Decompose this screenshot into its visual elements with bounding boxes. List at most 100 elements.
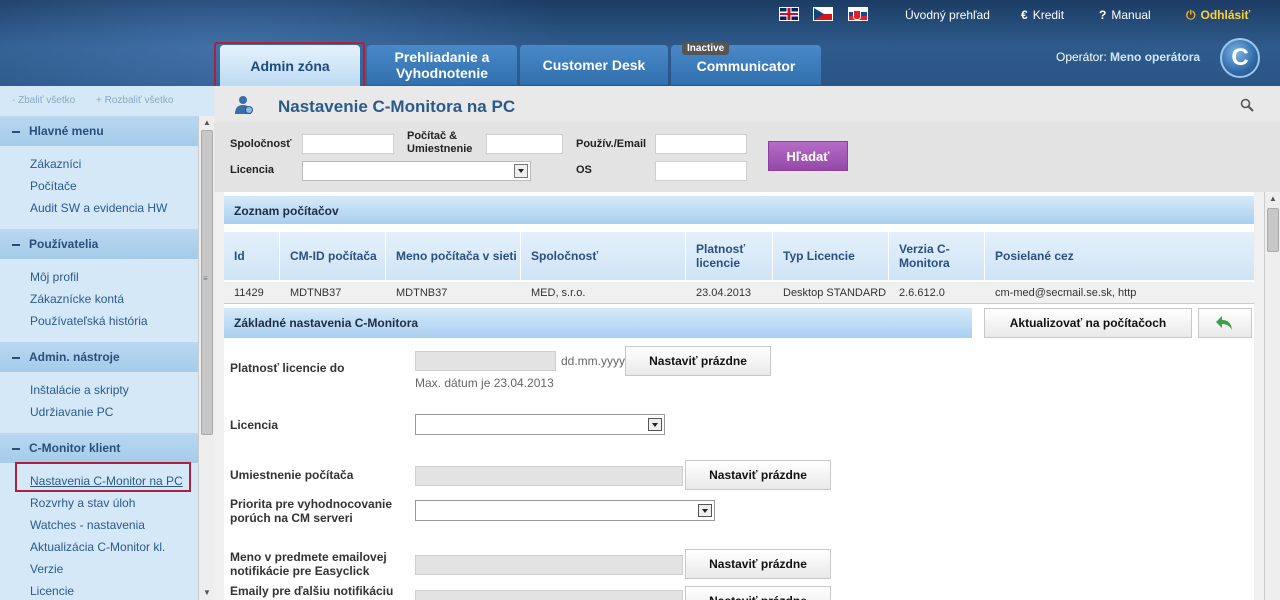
sidebar-item-history[interactable]: Používateľská história <box>30 314 148 328</box>
computer-input[interactable] <box>486 134 563 154</box>
grip-icon: ≡ <box>203 274 208 283</box>
emails-input[interactable] <box>415 590 683 600</box>
sidebar: - Zbaliť všetko + Rozbaliť všetko Hlavné… <box>0 86 214 600</box>
logout-link[interactable]: ⏻ Odhlásiť <box>1186 8 1250 23</box>
scroll-up-icon[interactable]: ▲ <box>203 118 211 127</box>
column-header[interactable]: Spoločnosť <box>521 232 686 280</box>
table-cell: MDTNB37 <box>396 287 448 299</box>
scroll-up-icon[interactable]: ▲ <box>1269 194 1277 203</box>
sidebar-item-versions[interactable]: Verzie <box>30 562 63 576</box>
filter-computer-label: Počítač & Umiestnenie <box>407 130 473 155</box>
search-button[interactable]: Hľadať <box>768 141 848 171</box>
sidebar-item-maintenance[interactable]: Udržiavanie PC <box>30 405 113 419</box>
sidebar-group-main[interactable]: Hlavné menu <box>0 116 198 146</box>
operator-name[interactable]: Meno operátora <box>1110 50 1200 64</box>
sidebar-scrollbar[interactable]: ▲ ≡ ▼ <box>198 116 214 600</box>
active-tab-highlight <box>214 42 365 90</box>
sidebar-group-users[interactable]: Používatelia <box>0 229 198 259</box>
content-scroll-thumb[interactable] <box>1267 208 1279 252</box>
overview-link[interactable]: Úvodný prehľad <box>905 8 990 22</box>
filter-license-label: Licencia <box>230 164 275 176</box>
os-input[interactable] <box>655 161 747 181</box>
max-date-hint: Max. dátum je 23.04.2013 <box>415 376 554 390</box>
user-email-input[interactable] <box>655 134 747 154</box>
license-label: Licencia <box>230 418 279 432</box>
license-dropdown[interactable] <box>415 414 665 435</box>
subject-set-empty-button[interactable]: Nastaviť prázdne <box>685 549 831 579</box>
sidebar-item-audit[interactable]: Audit SW a evidencia HW <box>30 201 167 215</box>
column-header[interactable]: Meno počítača v sieti <box>386 232 521 280</box>
tab-customer-desk[interactable]: Customer Desk <box>520 45 668 85</box>
active-item-highlight <box>15 462 191 492</box>
sidebar-item-watches[interactable]: Watches - nastavenia <box>30 518 145 532</box>
emails-set-empty-button[interactable]: Nastaviť prázdne <box>685 586 831 600</box>
credit-link[interactable]: € Kredit <box>1021 8 1064 22</box>
sidebar-item-schedules[interactable]: Rozvrhy a stav úloh <box>30 496 135 510</box>
validity-date-input[interactable] <box>415 351 556 371</box>
update-computers-button[interactable]: Aktualizovať na počítačoch <box>984 308 1192 338</box>
manual-link[interactable]: ? Manual <box>1099 8 1151 22</box>
credit-label: Kredit <box>1032 8 1065 22</box>
table-cell: Desktop STANDARD <box>783 287 887 299</box>
subject-input[interactable] <box>415 555 683 575</box>
column-header[interactable]: CM-ID počítača <box>280 232 386 280</box>
column-header[interactable]: Verzia C-Monitora <box>889 232 985 280</box>
minus-icon <box>12 243 20 246</box>
table-cell: cm-med@secmail.se.sk, http <box>995 287 1137 299</box>
table-cell: MDTNB37 <box>290 287 342 299</box>
top-bar: Úvodný prehľad € Kredit ? Manual ⏻ Odhlásiť <box>0 0 1280 30</box>
sidebar-group-title: Hlavné menu <box>29 124 104 138</box>
scroll-down-icon[interactable]: ▼ <box>203 588 211 597</box>
undo-arrow-icon <box>1216 316 1232 330</box>
column-header[interactable]: Id <box>224 232 280 280</box>
expand-all-link[interactable]: + Rozbaliť všetko <box>96 95 173 106</box>
column-header[interactable]: Typ Licencie <box>773 232 889 280</box>
sidebar-group-title: C-Monitor klient <box>29 441 121 455</box>
users-settings-icon <box>235 96 253 114</box>
table-row[interactable]: 11429 MDTNB37 MDTNB37 MED, s.r.o. 23.04.… <box>224 282 1254 304</box>
sidebar-group-cmonitor[interactable]: C-Monitor klient <box>0 433 198 463</box>
czech-flag-icon[interactable] <box>813 7 833 21</box>
slovak-flag-icon[interactable] <box>848 7 868 21</box>
app-header: Úvodný prehľad € Kredit ? Manual ⏻ Odhlásiť… <box>0 0 1280 86</box>
table-cell: MED, s.r.o. <box>531 287 586 299</box>
content-area: Zoznam počítačov Id CM-ID počítača Meno … <box>214 192 1264 600</box>
c-logo-icon[interactable]: C <box>1220 38 1260 78</box>
sidebar-group-title: Používatelia <box>29 237 99 251</box>
operator-label: Operátor: <box>1056 50 1107 64</box>
validity-set-empty-button[interactable]: Nastaviť prázdne <box>625 346 771 376</box>
english-flag-icon[interactable] <box>779 7 799 21</box>
location-label: Umiestnenie počítača <box>230 468 354 482</box>
back-button[interactable] <box>1198 308 1252 338</box>
operator-info: Operátor: Meno operátora <box>1056 50 1200 64</box>
euro-icon: € <box>1021 8 1028 22</box>
sidebar-item-customers[interactable]: Zákazníci <box>30 157 81 171</box>
license-select[interactable] <box>302 161 531 181</box>
sidebar-item-licenses[interactable]: Licencie <box>30 584 74 598</box>
sidebar-item-installations[interactable]: Inštalácie a skripty <box>30 383 129 397</box>
question-icon: ? <box>1099 8 1107 22</box>
sidebar-item-computers[interactable]: Počítače <box>30 179 77 193</box>
chevron-down-icon <box>514 164 528 178</box>
collapse-all-link[interactable]: - Zbaliť všetko <box>12 95 75 106</box>
location-set-empty-button[interactable]: Nastaviť prázdne <box>685 460 831 490</box>
sidebar-item-update[interactable]: Aktualizácia C-Monitor kl. <box>30 540 165 554</box>
table-cell: 23.04.2013 <box>696 287 752 299</box>
column-header[interactable]: Platnosť licencie <box>686 232 773 280</box>
chevron-down-icon <box>698 504 712 517</box>
sidebar-group-admin-tools[interactable]: Admin. nástroje <box>0 342 198 372</box>
validity-label: Platnosť licencie do <box>230 361 345 375</box>
location-input[interactable] <box>415 466 683 486</box>
inactive-badge: Inactive <box>682 42 730 55</box>
column-header[interactable]: Posielané cez <box>985 232 1254 280</box>
sidebar-item-accounts[interactable]: Zákaznícke kontá <box>30 292 124 306</box>
emails-label: Emaily pre ďalšiu notifikáciu <box>230 584 394 598</box>
subject-label: Meno v predmete emailovej notifikácie pr… <box>230 550 387 578</box>
priority-dropdown[interactable] <box>415 500 715 521</box>
content-scrollbar[interactable]: ▲ <box>1264 192 1280 600</box>
sidebar-item-profile[interactable]: Môj profil <box>30 270 79 284</box>
search-icon[interactable] <box>1240 98 1254 112</box>
company-input[interactable] <box>302 134 394 154</box>
computer-list-header: Zoznam počítačov <box>224 196 1254 224</box>
tab-review[interactable]: Prehliadanie a Vyhodnotenie <box>367 45 517 85</box>
